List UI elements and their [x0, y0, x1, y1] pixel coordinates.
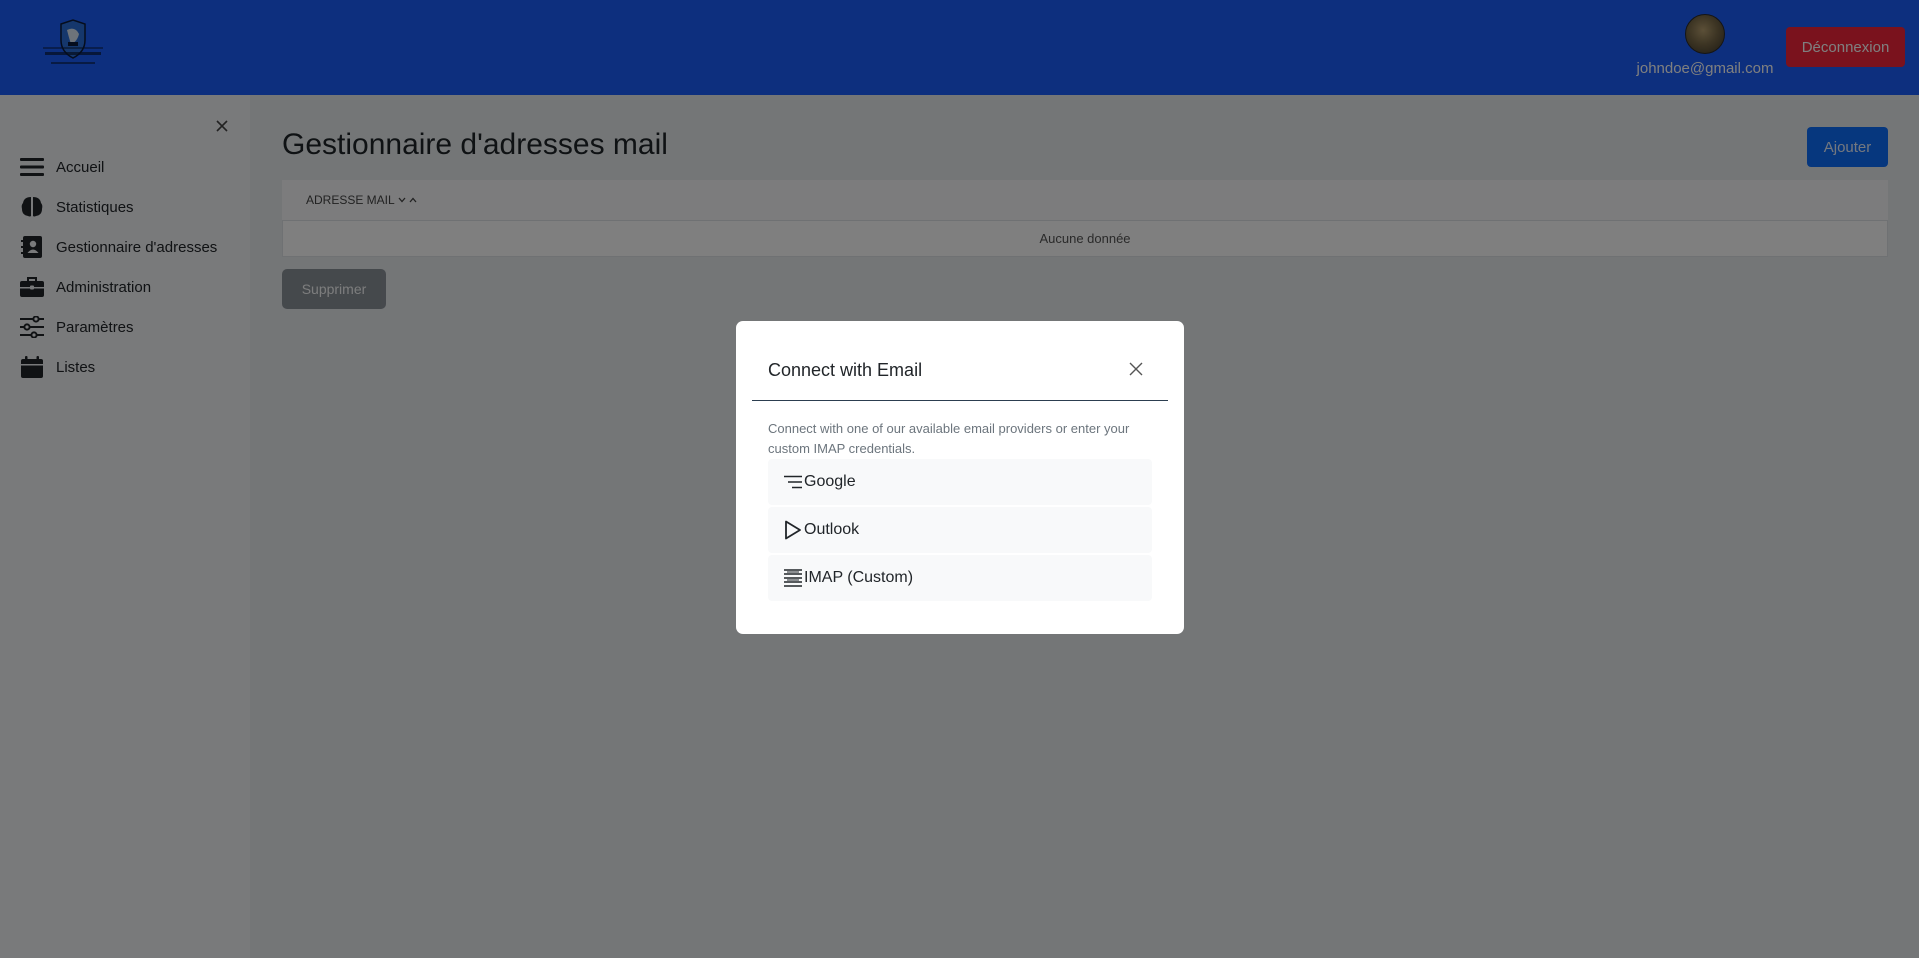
modal-description: Connect with one of our available email …	[768, 421, 1130, 456]
provider-google[interactable]: Google	[768, 459, 1152, 505]
lines-icon	[783, 472, 803, 492]
modal-divider	[752, 400, 1168, 401]
stack-icon	[783, 568, 803, 588]
provider-label: IMAP (Custom)	[804, 569, 914, 586]
provider-outlook[interactable]: Outlook	[768, 507, 1152, 553]
provider-imap[interactable]: IMAP (Custom)	[768, 555, 1152, 601]
provider-label: Outlook	[804, 521, 860, 538]
play-icon	[783, 520, 803, 540]
connect-email-modal: Connect with Email Connect with one of o…	[736, 321, 1184, 634]
close-icon[interactable]	[1128, 361, 1144, 377]
provider-label: Google	[804, 473, 856, 490]
modal-title: Connect with Email	[768, 360, 923, 380]
